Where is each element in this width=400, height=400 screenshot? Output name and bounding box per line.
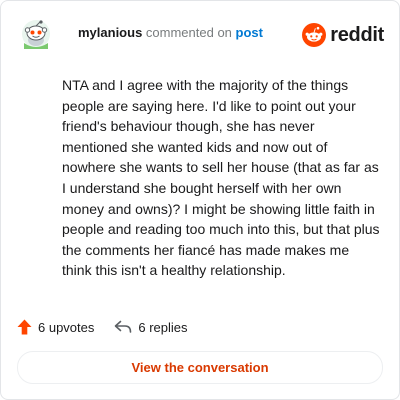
comment-meta: mylanious commented on post <box>78 25 263 41</box>
author-username[interactable]: mylanious <box>78 25 142 40</box>
post-link[interactable]: post <box>236 25 263 40</box>
reddit-wordmark: reddit <box>330 24 384 46</box>
reddit-snoo-icon <box>302 23 327 47</box>
reply-arrow-icon <box>114 320 132 334</box>
upvote-count: 6 upvotes <box>38 319 95 335</box>
upvote-button[interactable]: 6 upvotes <box>17 319 94 335</box>
reply-button[interactable]: 6 replies <box>114 319 188 335</box>
comment-card: mylanious commented on post reddit NTA a… <box>0 0 400 400</box>
comment-actions: 6 upvotes 6 replies <box>17 317 188 337</box>
snoo-avatar-icon[interactable] <box>21 19 51 49</box>
action-text: commented on <box>145 25 232 40</box>
comment-header: mylanious commented on post reddit <box>17 16 385 56</box>
view-conversation-button[interactable]: View the conversation <box>17 351 383 384</box>
upvote-arrow-icon <box>17 319 32 335</box>
comment-body: NTA and I agree with the majority of the… <box>62 77 380 279</box>
reddit-brand[interactable]: reddit <box>302 22 384 48</box>
reply-count: 6 replies <box>138 319 188 335</box>
